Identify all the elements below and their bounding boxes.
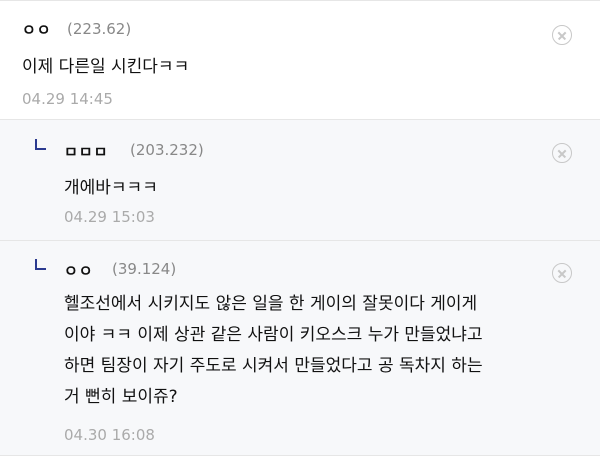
comment-author[interactable]: ㅇㅇ: [64, 260, 94, 281]
comment-reply-item: ㅁㅁㅁ (203.232) 개에바ㅋㅋㅋ 04.29 15:03: [0, 120, 600, 241]
delete-comment-button[interactable]: [552, 263, 572, 283]
delete-comment-button[interactable]: [552, 143, 572, 163]
comment-text: 이제 다른일 시킨다ㅋㅋ: [22, 57, 190, 77]
comment-text: 헬조선에서 시키지도 않은 일을 한 게이의 잘못이다 게이게 이야 ㅋㅋ 이제…: [64, 294, 483, 407]
comment-ip: (223.62): [67, 20, 132, 38]
comment-timestamp: 04.30 16:08: [64, 426, 155, 444]
comment-ip: (39.124): [112, 260, 177, 278]
delete-comment-button[interactable]: [552, 25, 572, 45]
comment-author[interactable]: ㅇㅇ: [22, 19, 52, 40]
comment-text: 개에바ㅋㅋㅋ: [64, 178, 158, 198]
reply-arrow-icon: [35, 139, 46, 150]
reply-arrow-icon: [35, 259, 46, 270]
comment-reply-item: ㅇㅇ (39.124) 헬조선에서 시키지도 않은 일을 한 게이의 잘못이다 …: [0, 241, 600, 456]
comment-timestamp: 04.29 15:03: [64, 208, 155, 226]
comment-ip: (203.232): [130, 141, 204, 159]
comment-author[interactable]: ㅁㅁㅁ: [64, 141, 108, 162]
comment-timestamp: 04.29 14:45: [22, 90, 113, 108]
comment-item: ㅇㅇ (223.62) 이제 다른일 시킨다ㅋㅋ 04.29 14:45: [0, 0, 600, 120]
